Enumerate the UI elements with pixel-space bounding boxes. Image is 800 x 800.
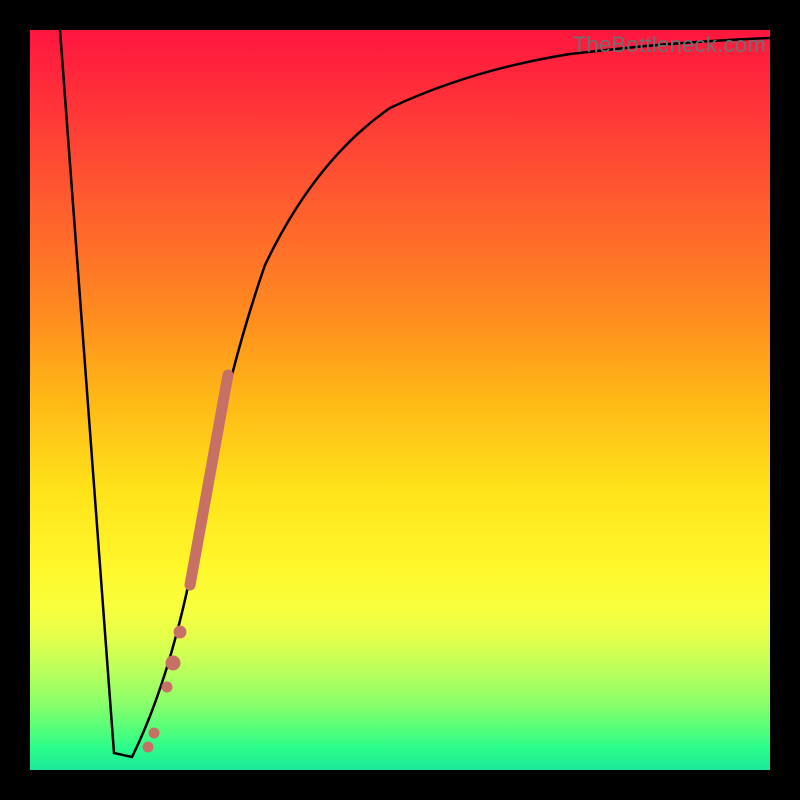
marker-dot xyxy=(162,682,172,692)
marker-dot xyxy=(143,742,153,752)
chart-frame: TheBottleneck.com xyxy=(0,0,800,800)
chart-svg xyxy=(30,30,770,770)
marker-dot xyxy=(166,656,180,670)
marker-segment xyxy=(190,375,228,585)
watermark-text: TheBottleneck.com xyxy=(573,32,766,58)
bottleneck-curve xyxy=(60,30,770,757)
marker-dot xyxy=(149,728,159,738)
plot-area: TheBottleneck.com xyxy=(30,30,770,770)
marker-cluster xyxy=(143,375,228,752)
marker-dot xyxy=(174,626,186,638)
